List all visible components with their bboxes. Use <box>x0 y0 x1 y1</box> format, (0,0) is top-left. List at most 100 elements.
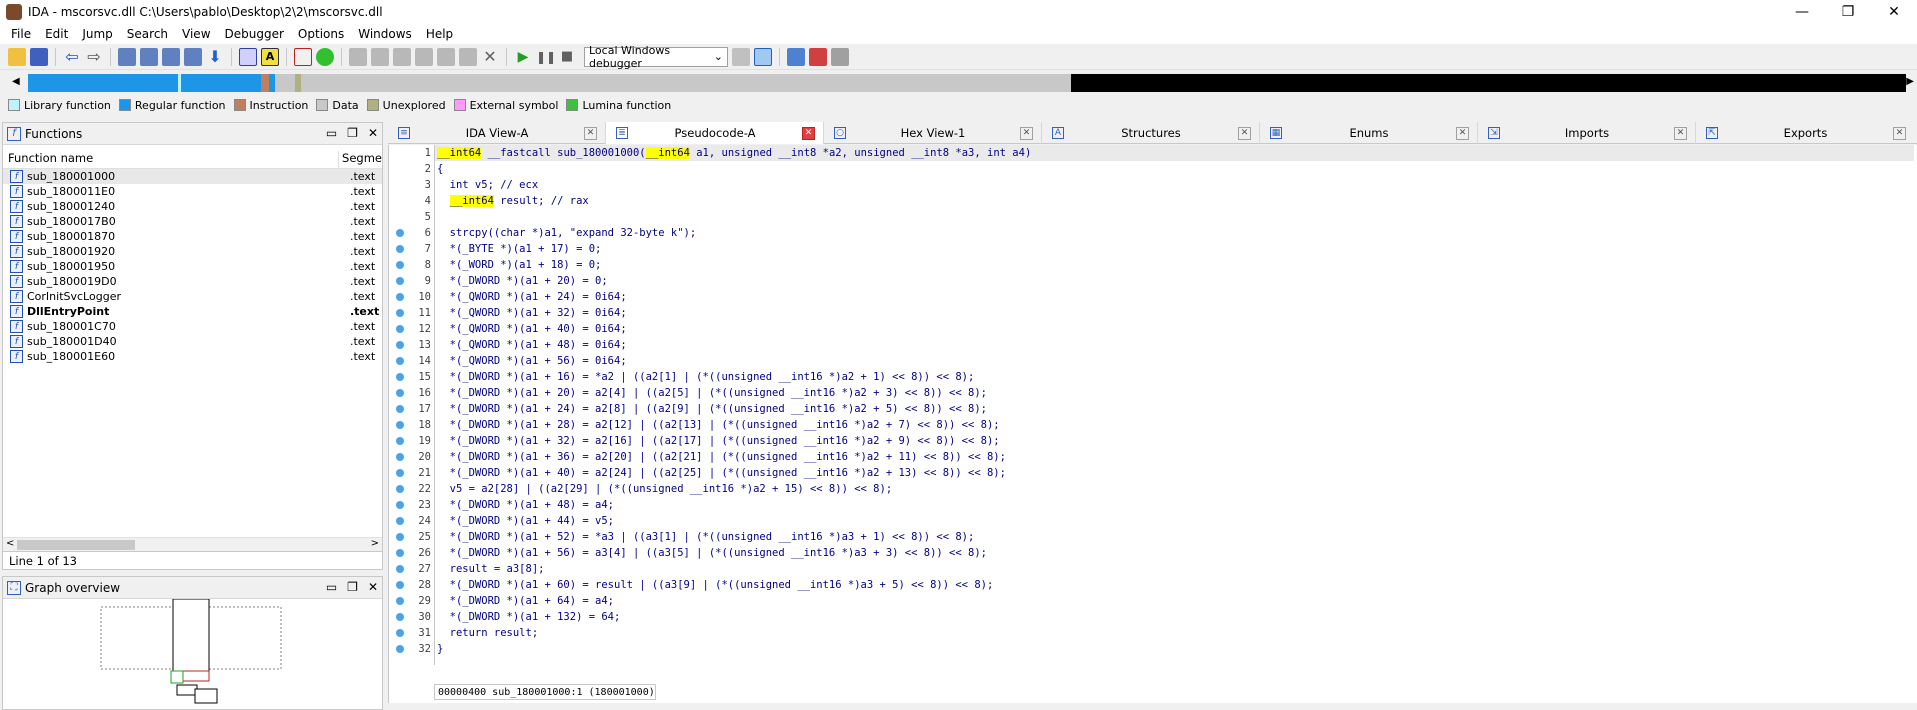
menu-view[interactable]: View <box>175 27 217 41</box>
tab-pseudocode-a[interactable]: ≣ Pseudocode-A ✕ <box>606 122 824 144</box>
back-arrow-icon[interactable]: ⇦ <box>63 47 81 66</box>
breakpoint-marker-icon[interactable] <box>396 517 404 525</box>
text-search-icon[interactable] <box>140 47 158 66</box>
function-row[interactable]: f sub_180001870 .text <box>3 229 382 244</box>
code-line[interactable]: *(_DWORD *)(a1 + 32) = a2[16] | ((a2[17]… <box>435 433 1914 449</box>
function-row[interactable]: f sub_1800017B0 .text <box>3 214 382 229</box>
functions-horizontal-scrollbar[interactable]: < > <box>3 537 382 551</box>
line-number[interactable]: 32 <box>389 641 433 657</box>
line-number[interactable]: 17 <box>389 401 433 417</box>
line-number[interactable]: 15 <box>389 369 433 385</box>
menu-search[interactable]: Search <box>120 27 175 41</box>
menu-debugger[interactable]: Debugger <box>218 27 291 41</box>
panel-float-icon[interactable]: ❐ <box>347 580 358 594</box>
line-number[interactable]: 24 <box>389 513 433 529</box>
flow-icon[interactable] <box>459 47 477 66</box>
function-row[interactable]: f sub_1800019D0 .text <box>3 274 382 289</box>
line-number[interactable]: 2 <box>389 161 433 177</box>
breakpoint-marker-icon[interactable] <box>396 293 404 301</box>
breakpoint-marker-icon[interactable] <box>396 501 404 509</box>
code-line[interactable] <box>435 209 1914 225</box>
open-folder-icon[interactable] <box>8 47 26 66</box>
code-line[interactable]: int v5; // ecx <box>435 177 1914 193</box>
navigation-band-bar[interactable] <box>28 74 1906 92</box>
code-line[interactable]: *(_DWORD *)(a1 + 20) = a2[4] | ((a2[5] |… <box>435 385 1914 401</box>
code-line[interactable]: strcpy((char *)a1, "expand 32-byte k"); <box>435 225 1914 241</box>
attach-process-icon[interactable] <box>754 47 772 66</box>
graph-overview-canvas[interactable] <box>3 599 382 709</box>
line-number[interactable]: 21 <box>389 465 433 481</box>
scroll-right-icon[interactable]: > <box>371 538 379 549</box>
scroll-left-icon[interactable]: < <box>6 538 14 549</box>
code-line[interactable]: *(_DWORD *)(a1 + 36) = a2[20] | ((a2[21]… <box>435 449 1914 465</box>
panel-float-icon[interactable]: ❐ <box>347 126 358 140</box>
line-number[interactable]: 14 <box>389 353 433 369</box>
line-number[interactable]: 26 <box>389 545 433 561</box>
code-line[interactable]: *(_DWORD *)(a1 + 24) = a2[8] | ((a2[9] |… <box>435 401 1914 417</box>
function-row[interactable]: f sub_180001D40 .text <box>3 334 382 349</box>
breakpoint-marker-icon[interactable] <box>396 469 404 477</box>
breakpoint-marker-icon[interactable] <box>396 357 404 365</box>
tab-structures[interactable]: A Structures ✕ <box>1042 122 1260 144</box>
breakpoint-marker-icon[interactable] <box>396 245 404 253</box>
xref-icon[interactable] <box>415 47 433 66</box>
graph-icon[interactable] <box>294 47 312 66</box>
tab-close-icon[interactable]: ✕ <box>1456 126 1469 140</box>
breakpoint-marker-icon[interactable] <box>396 389 404 397</box>
function-row[interactable]: f DllEntryPoint .text <box>3 304 382 319</box>
down-arrow-icon[interactable]: ⬇ <box>206 47 224 66</box>
line-number[interactable]: 31 <box>389 625 433 641</box>
line-number[interactable]: 30 <box>389 609 433 625</box>
menu-options[interactable]: Options <box>291 27 351 41</box>
code-line[interactable]: *(_DWORD *)(a1 + 56) = a3[4] | ((a3[5] |… <box>435 545 1914 561</box>
search-next-icon[interactable] <box>162 47 180 66</box>
close-button[interactable]: ✕ <box>1871 0 1917 24</box>
code-line[interactable]: } <box>435 641 1914 657</box>
tab-close-icon[interactable]: ✕ <box>802 126 815 140</box>
maximize-button[interactable]: ❐ <box>1825 0 1871 24</box>
breakpoint-marker-icon[interactable] <box>396 373 404 381</box>
line-number-gutter[interactable]: 1 2 3 4 5 6 7 8 9 10 11 12 13 14 15 16 17 18 19 20 21 22 23 24 2… <box>389 145 433 665</box>
breakpoint-marker-icon[interactable] <box>396 277 404 285</box>
code-line[interactable]: *(_DWORD *)(a1 + 28) = a2[12] | ((a2[13]… <box>435 417 1914 433</box>
code-line[interactable]: *(_QWORD *)(a1 + 24) = 0i64; <box>435 289 1914 305</box>
line-number[interactable]: 19 <box>389 433 433 449</box>
breakpoint-marker-icon[interactable] <box>396 325 404 333</box>
tab-ida-view-a[interactable]: ≡ IDA View-A ✕ <box>388 122 606 144</box>
breakpoint-marker-icon[interactable] <box>396 485 404 493</box>
breakpoint-marker-icon[interactable] <box>396 533 404 541</box>
breakpoint-marker-icon[interactable] <box>396 597 404 605</box>
line-number[interactable]: 18 <box>389 417 433 433</box>
text-format-icon[interactable]: A <box>261 47 279 66</box>
breakpoint-marker-icon[interactable] <box>396 629 404 637</box>
code-line[interactable]: *(_DWORD *)(a1 + 16) = *a2 | ((a2[1] | (… <box>435 369 1914 385</box>
function-row[interactable]: f sub_180001240 .text <box>3 199 382 214</box>
code-line[interactable]: *(_QWORD *)(a1 + 32) = 0i64; <box>435 305 1914 321</box>
tab-enums[interactable]: ▦ Enums ✕ <box>1260 122 1478 144</box>
segment-icon[interactable] <box>393 47 411 66</box>
tab-close-icon[interactable]: ✕ <box>584 126 597 140</box>
struct-icon[interactable] <box>371 47 389 66</box>
code-line[interactable]: *(_DWORD *)(a1 + 64) = a4; <box>435 593 1914 609</box>
pseudocode-text[interactable]: __int64 __fastcall sub_180001000(__int64… <box>434 145 1914 665</box>
code-line[interactable]: __int64 __fastcall sub_180001000(__int64… <box>435 145 1914 161</box>
code-line[interactable]: v5 = a2[28] | ((a2[29] | (*((unsigned __… <box>435 481 1914 497</box>
breakpoint-marker-icon[interactable] <box>396 613 404 621</box>
line-number[interactable]: 4 <box>389 193 433 209</box>
function-icon[interactable] <box>437 47 455 66</box>
code-line[interactable]: *(_DWORD *)(a1 + 60) = result | ((a3[9] … <box>435 577 1914 593</box>
breakpoints-icon[interactable] <box>787 47 805 66</box>
breakpoint-marker-icon[interactable] <box>396 581 404 589</box>
tab-exports[interactable]: ⇱ Exports ✕ <box>1696 122 1914 144</box>
binary-search-icon[interactable] <box>118 47 136 66</box>
menu-help[interactable]: Help <box>419 27 460 41</box>
patch-icon[interactable] <box>349 47 367 66</box>
delete-icon[interactable]: ✕ <box>481 47 499 66</box>
menu-windows[interactable]: Windows <box>351 27 419 41</box>
function-row[interactable]: f sub_1800011E0 .text <box>3 184 382 199</box>
menu-file[interactable]: File <box>4 27 38 41</box>
panel-close-icon[interactable]: ✕ <box>368 580 378 594</box>
line-number[interactable]: 25 <box>389 529 433 545</box>
function-row[interactable]: f sub_180001C70 .text <box>3 319 382 334</box>
line-number[interactable]: 16 <box>389 385 433 401</box>
